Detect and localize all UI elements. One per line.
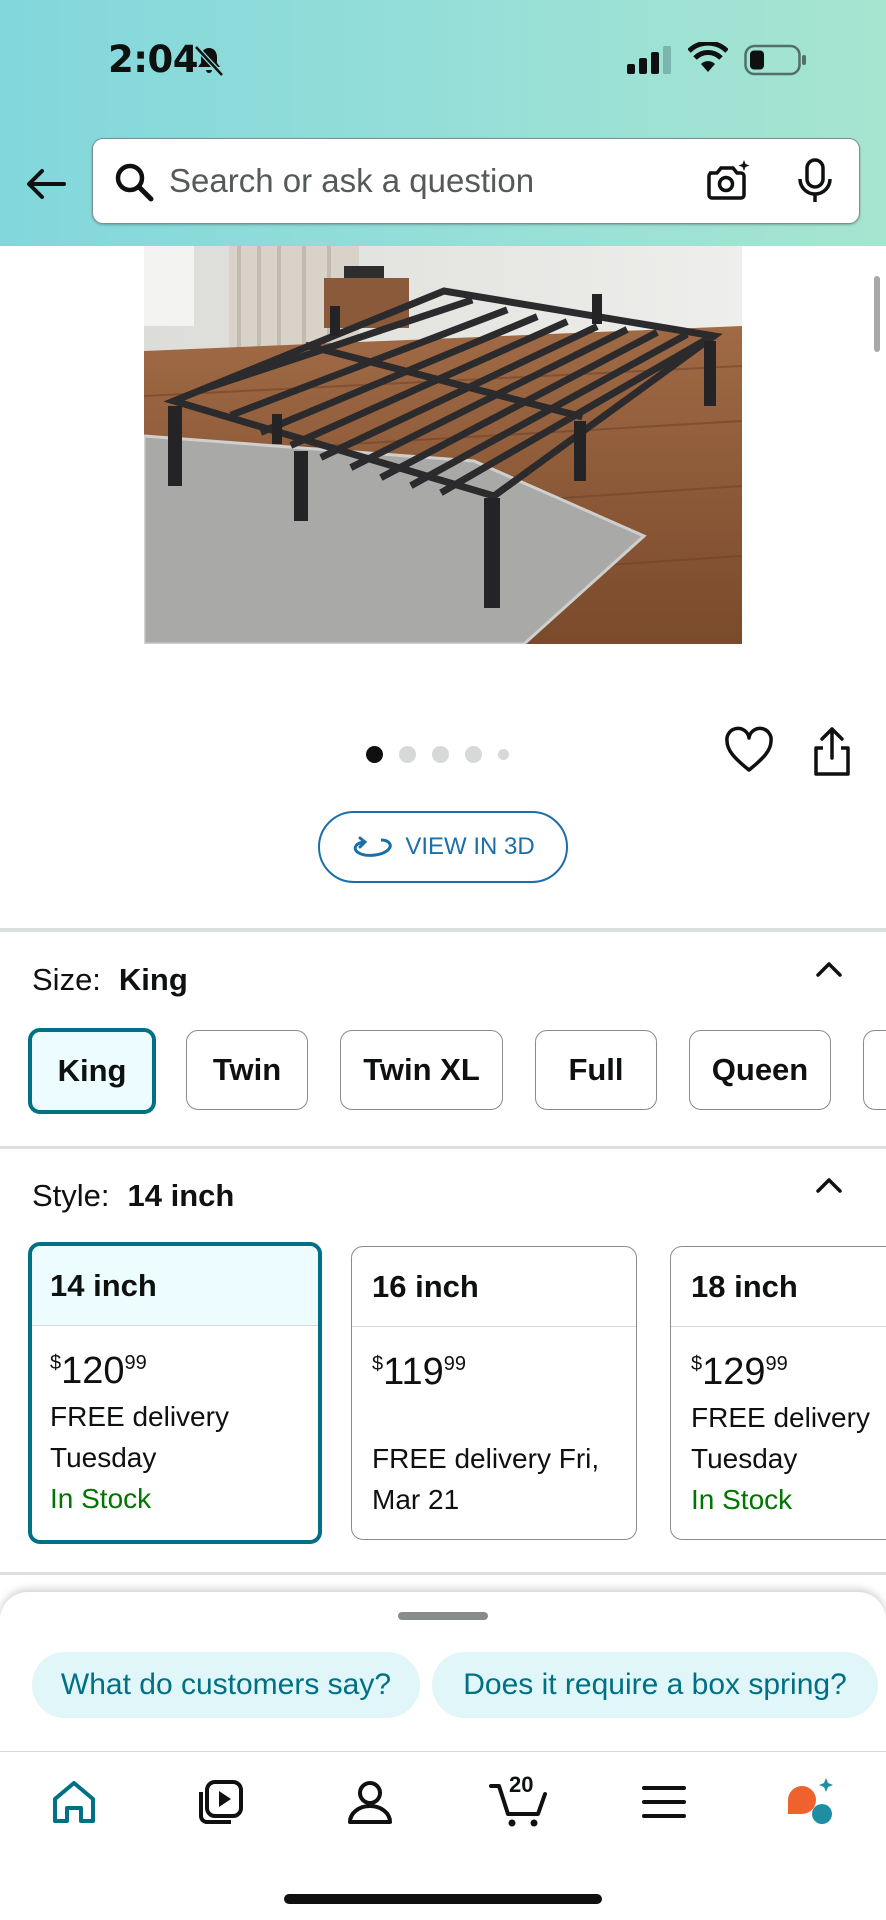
style-option-14-inch[interactable]: 14 inch $12099 FREE delivery Tuesday In … [28,1242,322,1544]
chevron-up-icon[interactable] [812,1168,846,1202]
view-in-3d-label: VIEW IN 3D [405,833,535,860]
size-option-label: Twin XL [363,1052,480,1087]
rufus-suggestion-sheet: What do customers say? Does it require a… [0,1592,886,1752]
style-option-name: 14 inch [32,1246,318,1326]
size-option-label: Full [568,1052,624,1087]
wifi-icon [688,42,728,72]
stock-status: In Stock [691,1484,793,1515]
search-icon [115,163,154,202]
carousel-dot[interactable] [432,745,449,763]
product-image[interactable] [144,246,742,644]
section-divider [0,1146,886,1149]
image-carousel-dots[interactable] [366,742,509,766]
size-selected-value: King [118,962,188,997]
style-option-18-inch[interactable]: 18 inch $12999 FREE delivery Tuesday In … [670,1246,886,1540]
heart-icon[interactable] [724,726,774,776]
bed-frame-photo [144,246,742,644]
style-option-16-inch[interactable]: 16 inch $11999 FREE delivery Fri, Mar 21 [351,1246,637,1540]
carousel-dot[interactable] [498,748,509,760]
style-option-price: $11999 [372,1351,466,1393]
size-option-label: King [57,1053,127,1088]
delivery-date: Mar 21 [372,1484,460,1515]
account-icon[interactable] [342,1774,398,1830]
carousel-dot[interactable] [399,745,416,763]
suggestion-chip-customers-say[interactable]: What do customers say? [32,1652,420,1718]
style-selector-label: Style: 14 inch [32,1178,234,1214]
delivery-text: FREE delivery [691,1402,870,1433]
style-selected-value: 14 inch [127,1178,235,1213]
size-option-more[interactable] [863,1030,886,1110]
size-option-label: Twin [212,1052,282,1087]
size-option-twin[interactable]: Twin [186,1030,308,1110]
carousel-dot[interactable] [465,745,482,763]
chevron-up-icon[interactable] [812,952,846,986]
video-icon[interactable] [193,1774,249,1830]
status-time: 2:04 [108,38,199,81]
battery-icon [744,44,806,76]
delivery-text: FREE delivery [50,1401,229,1432]
stock-status: In Stock [50,1483,152,1514]
section-divider [0,928,886,932]
page-scrollbar[interactable] [874,276,880,352]
suggestion-chip-box-spring[interactable]: Does it require a box spring? [432,1652,878,1718]
carousel-dot[interactable] [366,745,383,763]
share-icon[interactable] [808,726,856,778]
bottom-nav: 20 [0,1751,886,1920]
section-divider [0,1572,886,1575]
rotate-3d-icon [354,836,392,857]
sheet-grab-handle[interactable] [398,1612,488,1620]
view-in-3d-button[interactable]: VIEW IN 3D [318,811,568,883]
size-option-label: Queen [711,1052,809,1087]
back-arrow-icon[interactable] [22,160,70,208]
search-bar [92,138,860,224]
delivery-text: FREE delivery Fri, [372,1443,600,1474]
camera-lens-icon[interactable] [703,157,751,205]
home-icon[interactable] [46,1774,102,1830]
style-option-price: $12999 [691,1351,788,1393]
cellular-signal-icon [627,46,671,74]
size-option-queen[interactable]: Queen [689,1030,831,1110]
search-input[interactable] [169,153,749,209]
cart-count-badge: 20 [509,1772,534,1797]
app-header: 2:04 [0,0,886,246]
size-option-twin-xl[interactable]: Twin XL [340,1030,503,1110]
style-option-name: 18 inch [671,1247,886,1327]
style-option-price: $12099 [50,1350,147,1392]
style-label: Style: [32,1178,110,1213]
menu-icon[interactable] [636,1774,692,1830]
size-option-full[interactable]: Full [535,1030,657,1110]
size-option-king[interactable]: King [28,1028,156,1114]
delivery-date: Tuesday [691,1443,798,1474]
rufus-assistant-icon[interactable] [782,1774,838,1830]
microphone-icon[interactable] [793,157,837,205]
home-indicator [284,1894,602,1904]
size-selector-label: Size: King [32,962,188,998]
delivery-date: Tuesday [50,1442,157,1473]
size-label: Size: [32,962,101,997]
style-option-name: 16 inch [352,1247,636,1327]
bell-muted-icon [194,45,224,77]
